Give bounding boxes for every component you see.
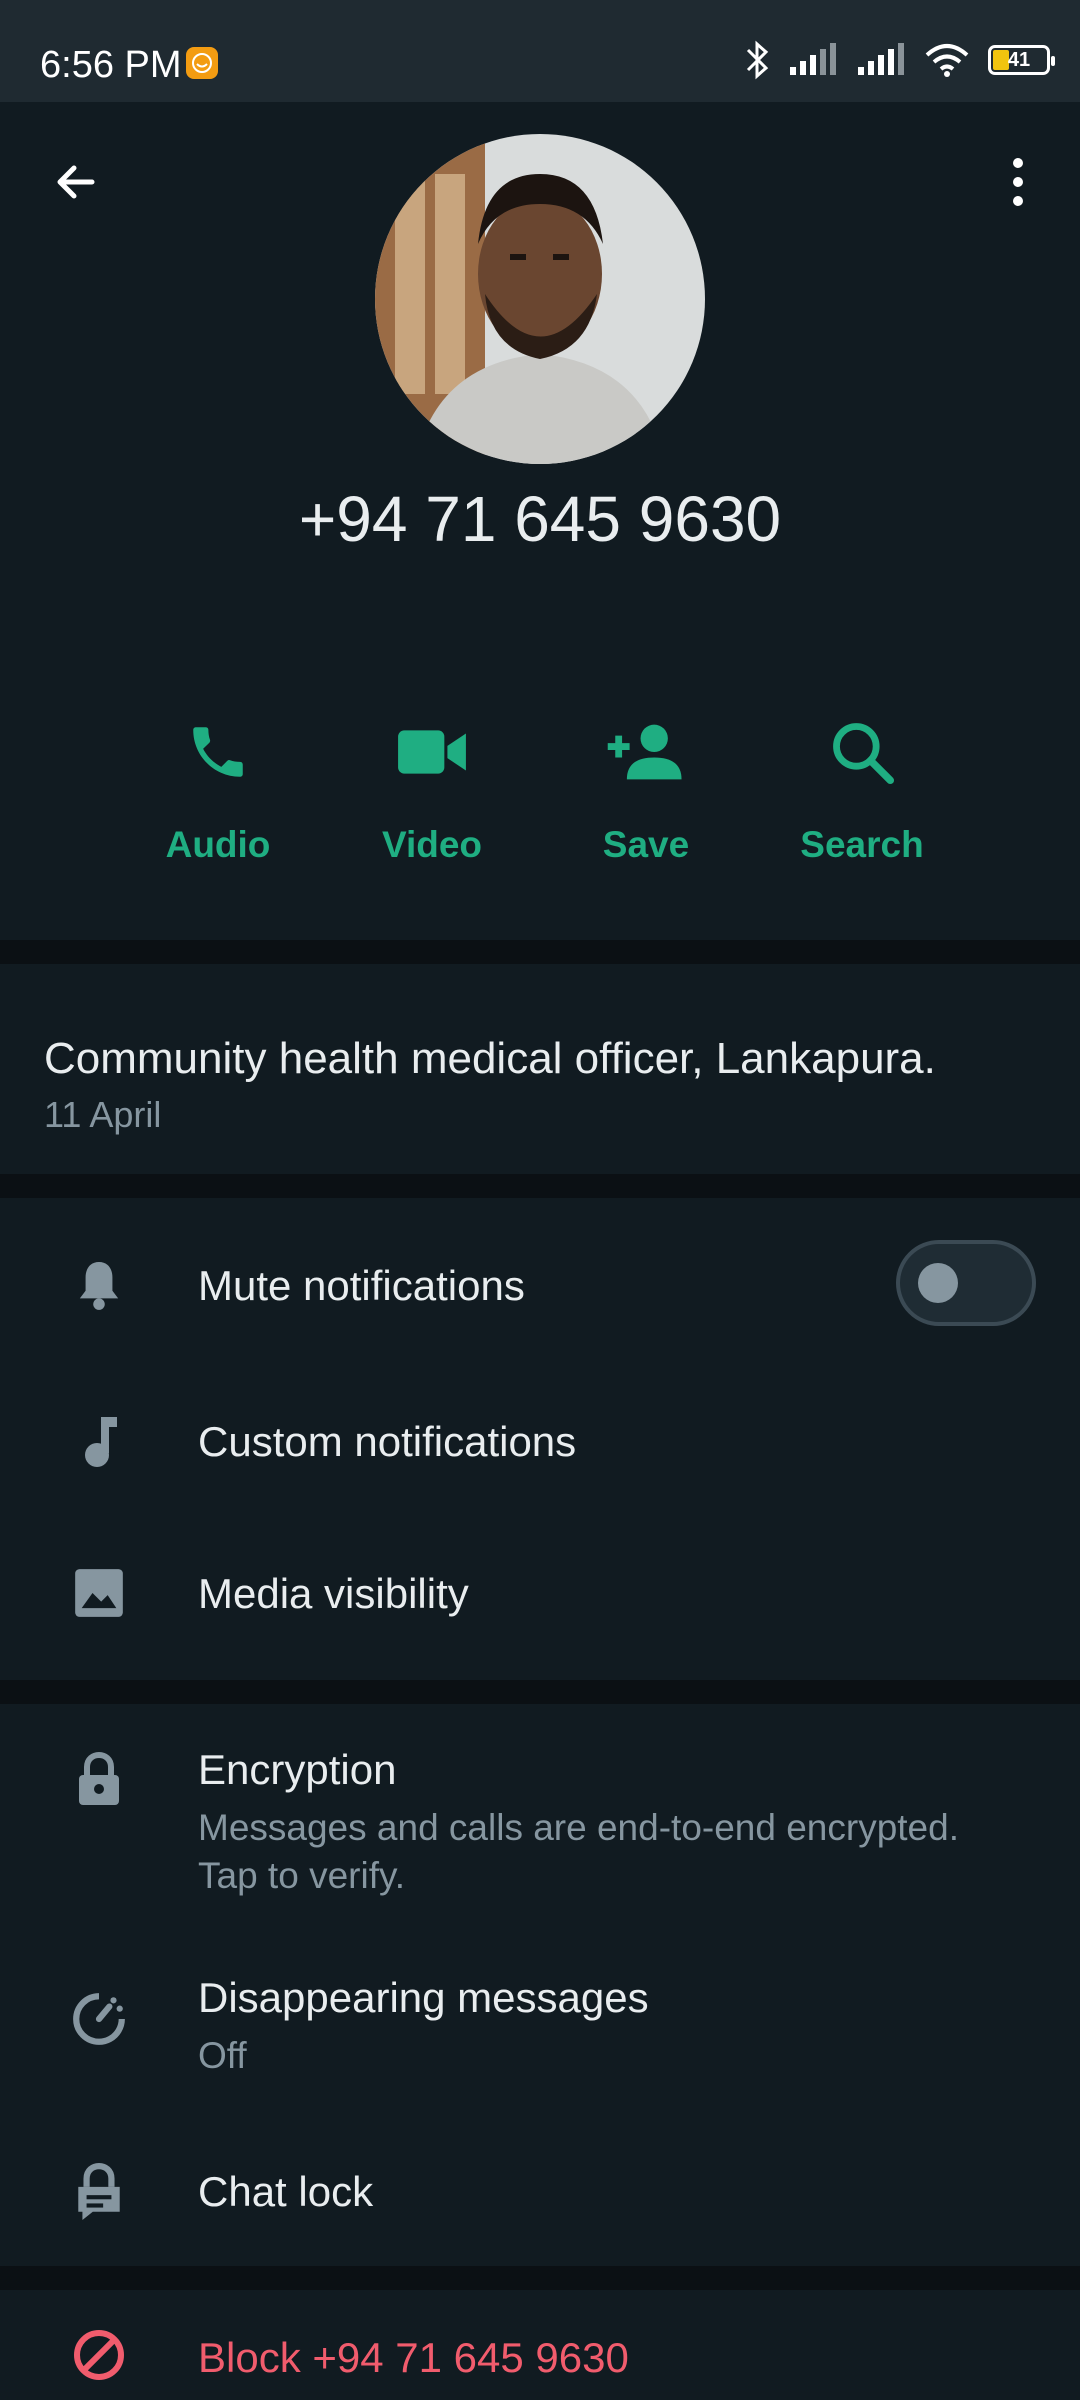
media-visibility-row[interactable]: Media visibility — [0, 1518, 1080, 1668]
avatar[interactable] — [375, 134, 705, 464]
audio-call-button[interactable]: Audio — [118, 702, 318, 866]
add-person-icon — [607, 724, 682, 780]
wifi-icon — [925, 44, 969, 77]
status-icons: 41 — [744, 40, 1055, 80]
about-date: 11 April — [44, 1094, 162, 1135]
disappearing-messages-value: Off — [198, 2035, 247, 2076]
mute-toggle[interactable] — [896, 1240, 1036, 1326]
disappearing-messages-label: Disappearing messages — [198, 1974, 649, 2021]
action-buttons: Audio Video Save Search — [0, 702, 1080, 902]
block-contact-row[interactable]: Block +94 71 645 9630 — [0, 2290, 1080, 2400]
search-label: Search — [800, 824, 924, 865]
mute-notifications-row[interactable]: Mute notifications — [0, 1198, 1080, 1358]
lock-icon — [64, 1744, 134, 1814]
video-call-button[interactable]: Video — [332, 702, 532, 866]
more-options-button[interactable] — [986, 150, 1050, 214]
search-button[interactable]: Search — [762, 702, 962, 866]
block-contact-label: Block +94 71 645 9630 — [198, 2334, 629, 2381]
more-vertical-icon — [1013, 158, 1023, 206]
custom-notifications-label: Custom notifications — [198, 1418, 577, 1465]
notification-settings: Mute notifications Custom notifications … — [0, 1198, 1080, 1680]
save-contact-button[interactable]: Save — [546, 702, 746, 866]
chat-lock-label: Chat lock — [198, 2168, 374, 2215]
block-icon — [64, 2320, 134, 2390]
chat-lock-icon — [64, 2156, 134, 2226]
privacy-settings: Encryption Messages and calls are end-to… — [0, 1704, 1080, 2266]
back-button[interactable] — [44, 150, 108, 214]
phone-icon — [193, 727, 243, 777]
timer-icon — [64, 1984, 134, 2054]
back-arrow-icon — [57, 165, 95, 199]
encryption-row[interactable]: Encryption Messages and calls are end-to… — [0, 1704, 1080, 1914]
bluetooth-icon — [746, 40, 769, 80]
toggle-knob — [918, 1263, 958, 1303]
image-icon — [64, 1558, 134, 1628]
signal-icon-2 — [858, 43, 904, 75]
media-visibility-label: Media visibility — [198, 1570, 469, 1617]
disappearing-messages-row[interactable]: Disappearing messages Off — [0, 1944, 1080, 2114]
status-time: 6:56 PM — [40, 44, 182, 86]
mute-notifications-label: Mute notifications — [198, 1262, 525, 1309]
contact-phone-number: +94 71 645 9630 — [298, 483, 782, 555]
signal-icon — [790, 43, 836, 75]
encryption-label: Encryption — [198, 1746, 397, 1793]
about-text: Community health medical officer, Lankap… — [44, 1034, 936, 1083]
notification-emoji-icon — [186, 47, 218, 79]
battery-icon: 41 — [988, 45, 1055, 75]
audio-label: Audio — [165, 824, 271, 865]
contact-header: +94 71 645 9630 Audio Video Save Search — [0, 102, 1080, 940]
status-bar: 6:56 PM 41 — [0, 0, 1080, 102]
save-label: Save — [602, 824, 690, 865]
search-icon — [833, 723, 895, 785]
bell-icon — [64, 1250, 134, 1320]
custom-notifications-row[interactable]: Custom notifications — [0, 1368, 1080, 1518]
video-icon — [398, 730, 466, 774]
encryption-description: Messages and calls are end-to-end encryp… — [198, 1807, 959, 1896]
music-note-icon — [64, 1406, 134, 1476]
about-section[interactable]: Community health medical officer, Lankap… — [0, 964, 1080, 1174]
danger-section: Block +94 71 645 9630 — [0, 2290, 1080, 2400]
chat-lock-row[interactable]: Chat lock — [0, 2124, 1080, 2264]
battery-level: 41 — [1007, 48, 1031, 71]
video-label: Video — [381, 824, 483, 865]
